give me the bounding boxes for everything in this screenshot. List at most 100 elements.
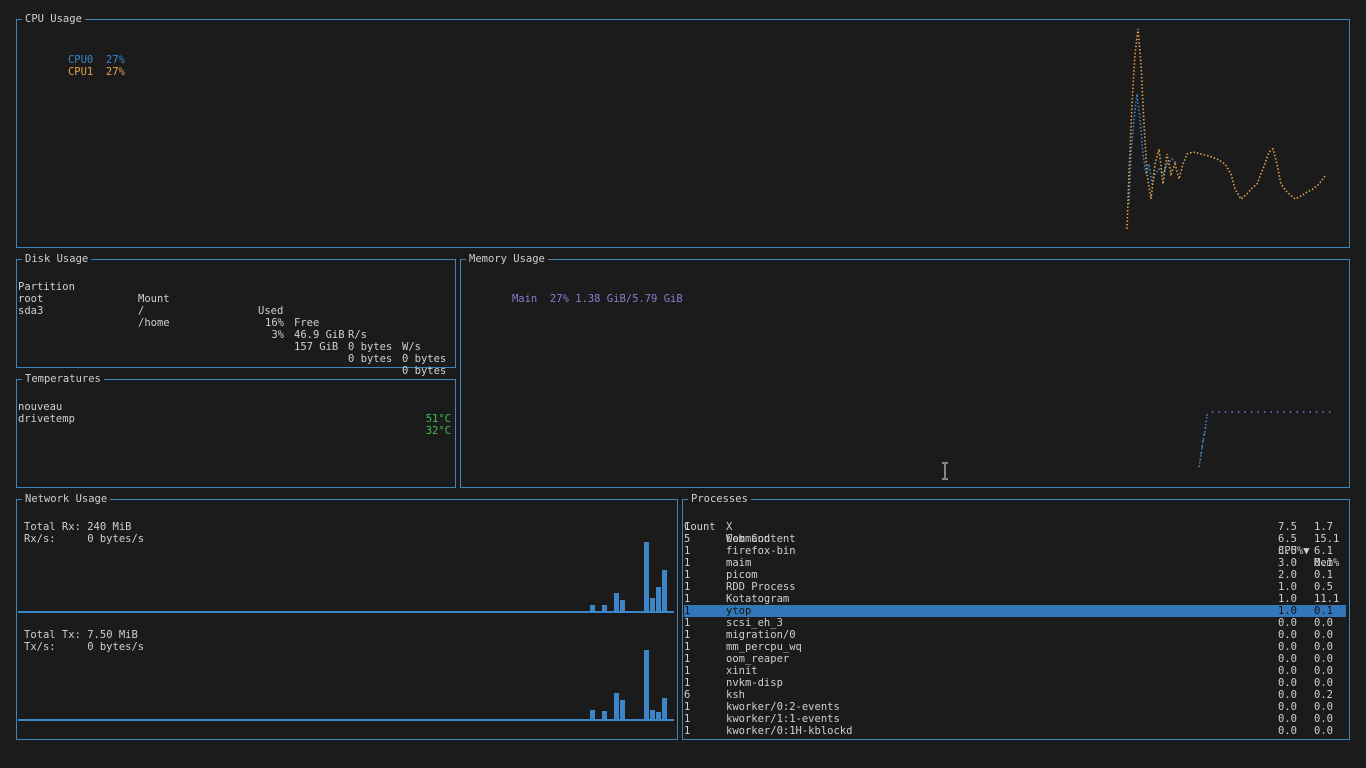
process-command: firefox-bin — [726, 545, 796, 557]
process-count: 1 — [684, 581, 691, 593]
process-command: Kotatogram — [726, 593, 790, 605]
process-count: 1 — [684, 677, 691, 689]
process-row[interactable]: 1 firefox-bin 3.5 6.1 — [684, 545, 1346, 557]
process-cpu: 0.0 — [1278, 713, 1297, 725]
process-row-selected[interactable]: 1 ytop 1.0 0.1 — [684, 605, 1346, 617]
process-command: oom_reaper — [726, 653, 790, 665]
process-row[interactable]: 1 oom_reaper 0.0 0.0 — [684, 653, 1346, 665]
disk-read: 0 bytes — [348, 341, 393, 353]
process-row[interactable]: 1 RDD Process 1.0 0.5 — [684, 581, 1346, 593]
process-row[interactable]: 1 kworker/1:1-events 0.0 0.0 — [684, 713, 1346, 725]
temp-row-drivetemp: drivetemp 32°C — [18, 401, 454, 437]
process-row[interactable]: 1 kworker/0:1H-kblockd 0.0 0.0 — [684, 725, 1346, 737]
text-cursor-icon — [942, 462, 948, 480]
process-cpu: 6.5 — [1278, 533, 1297, 545]
process-cpu: 0.0 — [1278, 725, 1297, 737]
memory-usage-title: Memory Usage — [466, 253, 548, 265]
process-cpu: 0.0 — [1278, 641, 1297, 653]
disk-row-sda3: sda3 /home 3% 157 GiB 0 bytes 0 bytes — [18, 293, 454, 377]
process-count: 1 — [684, 725, 691, 737]
network-tx-total: Total Tx: 7.50 MiB — [24, 629, 138, 641]
cpu1-legend: CPU1 27% — [30, 54, 125, 90]
process-command: ksh — [726, 689, 745, 701]
process-row[interactable]: 1 picom 2.0 0.1 — [684, 569, 1346, 581]
tx-total-value: 7.50 MiB — [87, 629, 138, 641]
process-cpu: 1.0 — [1278, 605, 1297, 617]
process-mem: 0.0 — [1314, 617, 1333, 629]
process-mem: 15.1 — [1314, 533, 1340, 545]
cpu1-label: CPU1 — [67, 66, 94, 78]
ytop-screen: CPU Usage CPU0 27% CPU1 27% Disk Usage P… — [4, 4, 1362, 764]
process-mem: 0.0 — [1314, 653, 1333, 665]
process-row[interactable]: 6 ksh 0.0 0.2 — [684, 689, 1346, 701]
process-count: 1 — [684, 605, 691, 617]
process-count: 1 — [684, 557, 691, 569]
process-count: 1 — [684, 617, 691, 629]
process-mem: 11.1 — [1314, 593, 1340, 605]
process-mem: 0.0 — [1314, 629, 1333, 641]
process-command: X — [726, 521, 733, 533]
process-cpu: 3.0 — [1278, 557, 1297, 569]
process-row[interactable]: 1 nvkm-disp 0.0 0.0 — [684, 677, 1346, 689]
temp-sensor-value: 32°C — [425, 425, 451, 437]
process-mem: 6.1 — [1314, 545, 1333, 557]
memory-main-legend: Main 27% 1.38 GiB/5.79 GiB — [474, 281, 683, 317]
process-count: 1 — [684, 713, 691, 725]
process-row[interactable]: 1 scsi_eh_3 0.0 0.0 — [684, 617, 1346, 629]
cpu-usage-title: CPU Usage — [22, 13, 85, 25]
process-mem: 0.2 — [1314, 689, 1333, 701]
process-cpu: 0.0 — [1278, 689, 1297, 701]
disk-free: 46.9 GiB — [294, 329, 345, 341]
process-mem: 0.0 — [1314, 677, 1333, 689]
network-rx-total: Total Rx: 240 MiB — [24, 521, 132, 533]
processes-title: Processes — [688, 493, 751, 505]
process-cpu: 0.0 — [1278, 677, 1297, 689]
disk-used: 16% — [265, 317, 284, 329]
process-row[interactable]: 5 Web Content 6.5 15.1 — [684, 533, 1346, 545]
process-mem: 0.0 — [1314, 641, 1333, 653]
process-cpu: 1.0 — [1278, 581, 1297, 593]
process-row[interactable]: 1 xinit 0.0 0.0 — [684, 665, 1346, 677]
cpu-graph — [1126, 28, 1326, 230]
process-command: ytop — [726, 605, 752, 617]
process-cpu: 3.5 — [1278, 545, 1297, 557]
disk-free: 157 GiB — [294, 341, 339, 353]
process-command: maim — [726, 557, 752, 569]
process-command: Web Content — [726, 533, 796, 545]
process-count: 1 — [684, 629, 691, 641]
process-row[interactable]: 1 kworker/0:2-events 0.0 0.0 — [684, 701, 1346, 713]
process-command: RDD Process — [726, 581, 796, 593]
process-row[interactable]: 1 mm_percpu_wq 0.0 0.0 — [684, 641, 1346, 653]
memory-main-amount: 1.38 GiB/5.79 GiB — [575, 293, 683, 305]
process-count: 1 — [684, 701, 691, 713]
memory-main-percent: 27% — [549, 293, 569, 305]
network-usage-title: Network Usage — [22, 493, 111, 505]
memory-usage-panel: Memory Usage Main 27% 1.38 GiB/5.79 GiB — [460, 253, 1350, 488]
tx-total-label: Total Tx: — [24, 629, 81, 641]
disk-write: 0 bytes — [402, 353, 447, 365]
cpu-usage-panel: CPU Usage CPU0 27% CPU1 27% — [16, 13, 1350, 248]
disk-header-row: Partition Mount Used Free R/s W/s — [18, 269, 454, 353]
memory-main-label: Main — [511, 293, 538, 305]
process-count: 6 — [684, 689, 691, 701]
temp-row-nouveau: nouveau 51°C — [18, 389, 454, 425]
process-count: 1 — [684, 665, 691, 677]
rx-total-value: 240 MiB — [87, 521, 132, 533]
temperatures-title: Temperatures — [22, 373, 104, 385]
disk-header-write: W/s — [402, 341, 421, 353]
process-count: 1 — [684, 641, 691, 653]
process-cpu: 7.5 — [1278, 521, 1297, 533]
network-tx-sparkline — [18, 650, 674, 721]
process-row[interactable]: 1 migration/0 0.0 0.0 — [684, 629, 1346, 641]
process-row[interactable]: 1 maim 3.0 0.1 — [684, 557, 1346, 569]
process-count: 1 — [684, 569, 691, 581]
process-row[interactable]: 1 Kotatogram 1.0 11.1 — [684, 593, 1346, 605]
cpu1-value: 27% — [105, 66, 125, 78]
disk-used: 3% — [271, 329, 284, 341]
memory-graph — [1198, 411, 1333, 468]
process-row[interactable]: 1 X 7.5 1.7 — [684, 521, 1346, 533]
network-usage-panel: Network Usage Total Rx: 240 MiB Rx/s: 0 … — [16, 493, 678, 740]
rx-total-label: Total Rx: — [24, 521, 81, 533]
process-mem: 0.1 — [1314, 605, 1333, 617]
process-count: 5 — [684, 533, 691, 545]
